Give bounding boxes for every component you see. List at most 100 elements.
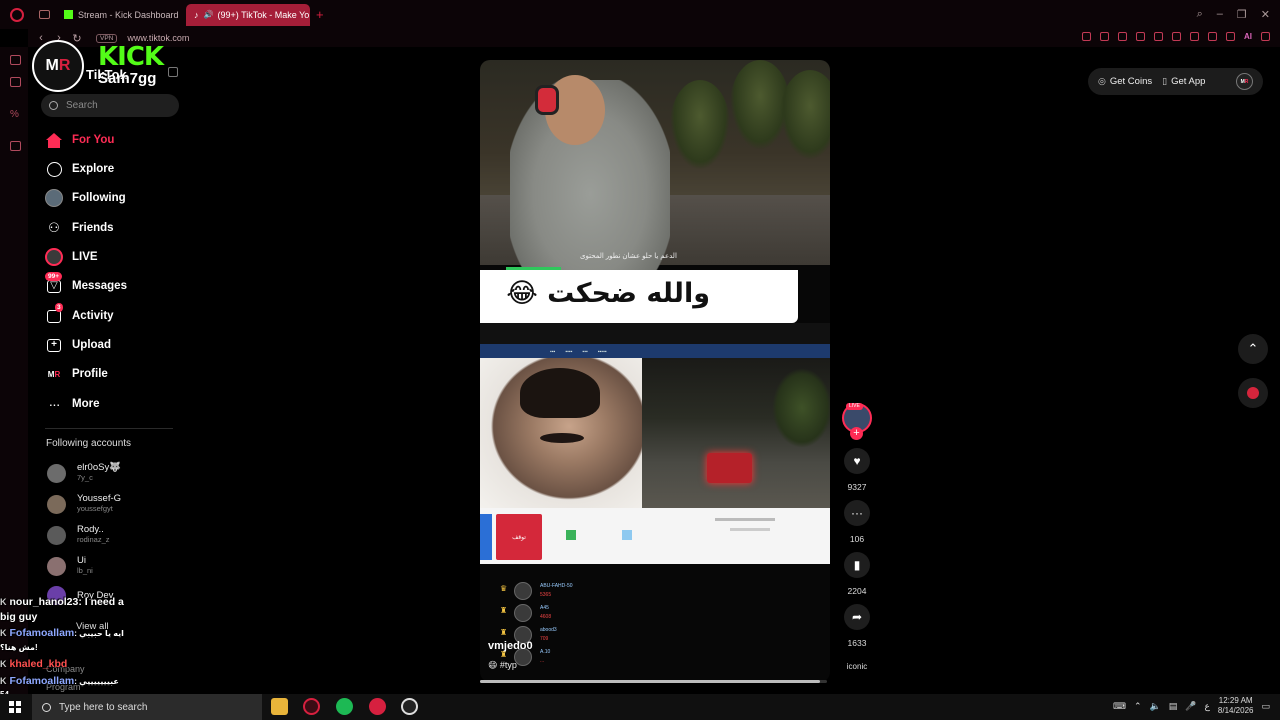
mic-icon[interactable]: 🎤	[1185, 701, 1196, 712]
address-bar: ‹ › ↻ VPN www.tiktok.com AI	[28, 29, 1280, 47]
keyboard-icon[interactable]: ⌨	[1113, 701, 1126, 712]
wallet-icon[interactable]	[1190, 32, 1199, 41]
kick-chat-icon: K	[0, 659, 7, 669]
account-avatar	[47, 494, 66, 514]
menu-icon[interactable]	[1261, 32, 1270, 41]
taskbar-search-input[interactable]	[59, 701, 239, 713]
streamer-logo: MR	[32, 40, 84, 92]
search-bar[interactable]	[41, 94, 179, 117]
follow-plus-button[interactable]: +	[850, 427, 863, 440]
next-video-button[interactable]	[1238, 378, 1268, 408]
close-button[interactable]: ✕	[1261, 8, 1270, 21]
live-avatar-icon	[45, 248, 63, 266]
adblock-icon[interactable]	[1118, 32, 1127, 41]
kick-logo: KICK	[98, 42, 164, 72]
upload-plus-icon: +	[45, 336, 63, 354]
taskbar-search[interactable]	[32, 694, 262, 720]
profile-icon[interactable]	[1226, 32, 1235, 41]
nav-friends[interactable]: ⚇ Friends	[45, 217, 113, 239]
opera-gx-icon[interactable]	[369, 698, 386, 715]
share-count: 1633	[847, 638, 867, 648]
ai-button[interactable]: AI	[1244, 32, 1252, 41]
volume-icon[interactable]: 🔈	[1150, 701, 1161, 712]
sidebar-box-icon[interactable]	[10, 55, 21, 65]
translate-icon[interactable]	[1136, 32, 1145, 41]
leaderboard-row: ♛ ABU-FAHD-50 5365	[500, 582, 573, 600]
nav-upload[interactable]: + Upload	[45, 334, 111, 356]
friends-icon: ⚇	[48, 220, 60, 235]
chevron-up-icon[interactable]: ⌃	[1134, 701, 1142, 712]
obs-icon[interactable]	[401, 698, 418, 715]
nav-for-you[interactable]: For You	[45, 129, 114, 151]
maximize-button[interactable]: ❐	[1237, 8, 1247, 21]
video-author[interactable]: vmjedo0	[488, 640, 533, 652]
spotify-icon[interactable]	[336, 698, 353, 715]
sidebar-settings-icon[interactable]	[10, 141, 21, 151]
following-account[interactable]: elr0oSy🐺 7y_c	[47, 463, 121, 483]
video-subtitle: الدعم يا حلو عشان نطور المحتوى	[580, 253, 677, 260]
opera-taskbar-icon[interactable]	[303, 698, 320, 715]
play-icon[interactable]	[1154, 32, 1163, 41]
file-explorer-icon[interactable]	[271, 698, 288, 715]
heart-icon[interactable]	[1172, 32, 1181, 41]
language-indicator[interactable]: ع	[1205, 701, 1210, 712]
user-avatar[interactable]: MR	[1236, 73, 1253, 90]
music-label[interactable]: iconic	[834, 662, 880, 671]
nav-messages[interactable]: ▽ 99+ Messages	[45, 272, 127, 297]
windows-start-icon[interactable]	[9, 701, 21, 713]
nav-more[interactable]: ··· More	[45, 393, 100, 415]
video-description[interactable]: 😄 #typ	[488, 660, 517, 671]
video-scene-top: الدعم يا حلو عشان نطور المحتوى	[480, 60, 830, 270]
following-account[interactable]: Rody.. rodinaz_z	[47, 525, 110, 545]
sidebar-percent-icon[interactable]: %	[10, 109, 19, 120]
nav-following[interactable]: Following	[45, 187, 126, 209]
sidebar-history-icon[interactable]	[10, 77, 21, 87]
comment-button[interactable]: ···	[844, 500, 870, 526]
bookmark-button[interactable]: ▮	[844, 552, 870, 578]
tab-kick-dashboard[interactable]: Stream - Kick Dashboard	[56, 4, 180, 26]
crown-icon: ♜	[500, 628, 508, 637]
tab-tiktok[interactable]: ♪ 🔊 (99+) TikTok - Make Yo	[186, 3, 310, 26]
nav-live[interactable]: LIVE	[45, 246, 98, 268]
speaker-icon[interactable]: 🔊	[204, 10, 214, 19]
video-price: $250	[784, 293, 798, 299]
tab-island-icon[interactable]	[39, 10, 50, 19]
following-accounts-title: Following accounts	[46, 438, 132, 449]
top-right-pill: ◎ Get Coins ▯ Get App MR	[1088, 68, 1263, 95]
browser-toolbar: AI	[1082, 32, 1270, 41]
opera-logo-icon[interactable]	[10, 7, 24, 22]
tiktok-favicon-icon: ♪	[194, 10, 199, 20]
pin-icon[interactable]	[1082, 32, 1091, 41]
following-account[interactable]: Youssef-G youssefgyt	[47, 494, 121, 514]
download-icon[interactable]	[1208, 32, 1217, 41]
share-button[interactable]: ➦	[844, 604, 870, 630]
leaderboard: ♛ ABU-FAHD-50 5365 ♜ A45 4608 ♜ abood3 709 …	[500, 580, 620, 668]
new-tab-button[interactable]: +	[316, 7, 324, 22]
notifications-icon[interactable]: ▭	[1261, 701, 1270, 712]
reload-button[interactable]: ↻	[72, 32, 82, 45]
nav-profile[interactable]: MR Profile	[45, 363, 108, 385]
video-player[interactable]: الدعم يا حلو عشان نطور المحتوى والله ضحك…	[480, 60, 830, 682]
nav-activity[interactable]: 3 Activity	[45, 303, 114, 327]
snapshot-icon[interactable]	[1100, 32, 1109, 41]
account-avatar	[47, 556, 66, 576]
like-button[interactable]: ♥	[844, 448, 870, 474]
clock[interactable]: 12:29 AM 8/14/2026	[1218, 696, 1254, 716]
search-input[interactable]	[66, 100, 166, 111]
video-progress-bar[interactable]	[480, 680, 827, 683]
network-icon[interactable]: ▤	[1169, 701, 1178, 712]
minimize-button[interactable]: –	[1217, 8, 1223, 21]
collapse-sidebar-icon[interactable]	[168, 67, 178, 77]
get-app-button[interactable]: ▯ Get App	[1162, 76, 1205, 87]
crown-icon: ♛	[500, 584, 508, 593]
get-coins-button[interactable]: ◎ Get Coins	[1098, 76, 1152, 87]
following-account[interactable]: Ui lb_ni	[47, 556, 93, 576]
back-button[interactable]: ‹	[36, 32, 46, 44]
system-tray: ⌨ ⌃ 🔈 ▤ 🎤 ع 12:29 AM 8/14/2026 ▭	[1113, 696, 1270, 716]
previous-video-button[interactable]: ⌃	[1238, 334, 1268, 364]
chat-message-continued: مش هنا؟!	[0, 643, 38, 652]
account-avatar	[47, 525, 66, 545]
nav-explore[interactable]: Explore	[45, 158, 114, 180]
search-tabs-icon[interactable]: ⌕	[1197, 8, 1203, 21]
heart-icon: ♥	[853, 454, 861, 468]
